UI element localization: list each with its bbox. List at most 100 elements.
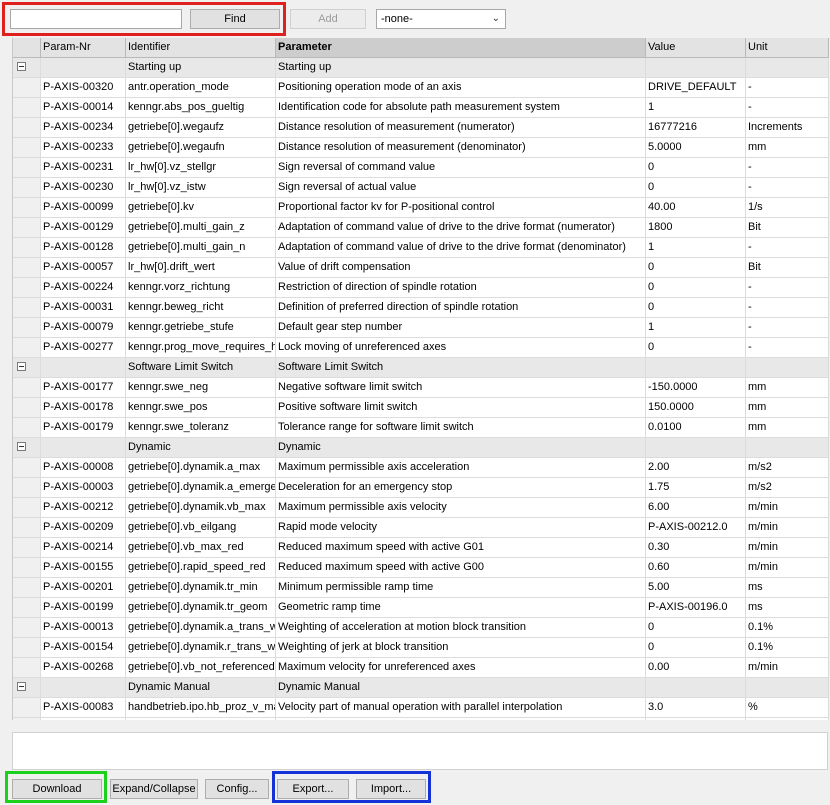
value-cell[interactable]: 0 — [646, 618, 746, 638]
expander-cell — [13, 678, 41, 698]
table-row[interactable]: P-AXIS-00083 handbetrieb.ipo.hb_proz_v_ma… — [13, 698, 829, 718]
collapse-toggle-icon[interactable] — [17, 682, 26, 691]
collapse-toggle-icon[interactable] — [17, 62, 26, 71]
download-button[interactable]: Download — [12, 779, 102, 799]
value-cell[interactable]: 40.00 — [646, 198, 746, 218]
table-row[interactable]: P-AXIS-00212 getriebe[0].dynamik.vb_max Ma… — [13, 498, 829, 518]
header-value[interactable]: Value — [646, 38, 746, 58]
parameter-cell: Adaptation of command value of drive to … — [276, 218, 646, 238]
value-cell[interactable]: 1 — [646, 98, 746, 118]
value-cell[interactable]: 0.60 — [646, 558, 746, 578]
value-cell[interactable]: 5.00 — [646, 578, 746, 598]
value-cell[interactable]: DRIVE_DEFAULT — [646, 78, 746, 98]
table-row[interactable]: P-AXIS-00268 getriebe[0].vb_not_reference… — [13, 658, 829, 678]
config-button[interactable]: Config... — [205, 779, 269, 799]
table-row[interactable]: P-AXIS-00233 getriebe[0].wegaufn Distance … — [13, 138, 829, 158]
table-row[interactable]: P-AXIS-00231 lr_hw[0].vz_stellgr Sign reve… — [13, 158, 829, 178]
table-row[interactable]: P-AXIS-00057 lr_hw[0].drift_wert Value of … — [13, 258, 829, 278]
identifier-cell: getriebe[0].dynamik.vb_max — [126, 498, 276, 518]
value-cell[interactable]: 150.0000 — [646, 398, 746, 418]
value-cell[interactable]: 0 — [646, 298, 746, 318]
value-cell[interactable]: 0 — [646, 158, 746, 178]
table-row[interactable]: P-AXIS-00224 kenngr.vorz_richtung Restrict… — [13, 278, 829, 298]
value-cell[interactable]: 0 — [646, 178, 746, 198]
identifier-cell: getriebe[0].multi_gain_z — [126, 218, 276, 238]
value-cell[interactable]: 0 — [646, 258, 746, 278]
horizontal-scrollbar[interactable] — [12, 720, 828, 732]
table-row[interactable]: P-AXIS-00320 antr.operation_mode Positioni… — [13, 78, 829, 98]
expand-collapse-button[interactable]: Expand/Collapse — [110, 779, 198, 799]
value-cell[interactable]: 16777216 — [646, 118, 746, 138]
table-row[interactable]: P-AXIS-00201 getriebe[0].dynamik.tr_min Mi… — [13, 578, 829, 598]
table-row[interactable]: P-AXIS-00179 kenngr.swe_toleranz Tolerance… — [13, 418, 829, 438]
table-row[interactable]: P-AXIS-00230 lr_hw[0].vz_istw Sign reversa… — [13, 178, 829, 198]
search-input[interactable] — [10, 9, 182, 29]
expander-cell — [13, 358, 41, 378]
identifier-cell: getriebe[0].wegaufz — [126, 118, 276, 138]
table-row[interactable]: P-AXIS-00177 kenngr.swe_neg Negative softw… — [13, 378, 829, 398]
table-row[interactable]: P-AXIS-00199 getriebe[0].dynamik.tr_geom G… — [13, 598, 829, 618]
group-row[interactable]: Dynamic Dynamic — [13, 438, 829, 458]
parameter-cell: Geometric ramp time — [276, 598, 646, 618]
value-cell[interactable]: 1 — [646, 238, 746, 258]
value-cell[interactable]: 0.00 — [646, 658, 746, 678]
row-header-cell — [13, 158, 41, 178]
table-row[interactable]: P-AXIS-00178 kenngr.swe_pos Positive softw… — [13, 398, 829, 418]
import-button[interactable]: Import... — [356, 779, 426, 799]
table-row[interactable]: P-AXIS-00031 kenngr.beweg_richt Definition… — [13, 298, 829, 318]
value-cell[interactable]: 2.00 — [646, 458, 746, 478]
param-nr-cell: P-AXIS-00320 — [41, 78, 126, 98]
row-header-cell — [13, 98, 41, 118]
table-row[interactable]: P-AXIS-00209 getriebe[0].vb_eilgang Rapid … — [13, 518, 829, 538]
value-cell[interactable]: 3.0 — [646, 698, 746, 718]
add-button[interactable]: Add — [290, 9, 366, 29]
header-parameter[interactable]: Parameter — [276, 38, 646, 58]
group-row[interactable]: Software Limit Switch Software Limit Swit… — [13, 358, 829, 378]
value-cell[interactable]: 0.30 — [646, 538, 746, 558]
value-cell[interactable]: -150.0000 — [646, 378, 746, 398]
group-row[interactable]: Dynamic Manual Dynamic Manual — [13, 678, 829, 698]
table-row[interactable]: P-AXIS-00214 getriebe[0].vb_max_red Reduce… — [13, 538, 829, 558]
value-cell[interactable] — [646, 58, 746, 78]
table-row[interactable]: P-AXIS-00234 getriebe[0].wegaufz Distance … — [13, 118, 829, 138]
param-nr-cell: P-AXIS-00234 — [41, 118, 126, 138]
header-unit[interactable]: Unit — [746, 38, 829, 58]
filter-select[interactable]: -none- ⌄ — [376, 9, 506, 29]
table-row[interactable]: P-AXIS-00003 getriebe[0].dynamik.a_emerge… — [13, 478, 829, 498]
value-cell[interactable]: 0 — [646, 278, 746, 298]
table-row[interactable]: P-AXIS-00008 getriebe[0].dynamik.a_max Max… — [13, 458, 829, 478]
table-row[interactable]: P-AXIS-00155 getriebe[0].rapid_speed_red R… — [13, 558, 829, 578]
value-cell[interactable]: P-AXIS-00212.0 — [646, 518, 746, 538]
value-cell[interactable]: 6.00 — [646, 498, 746, 518]
header-identifier[interactable]: Identifier — [126, 38, 276, 58]
value-cell[interactable]: 5.0000 — [646, 138, 746, 158]
find-button[interactable]: Find — [190, 9, 280, 29]
value-cell[interactable] — [646, 438, 746, 458]
group-row[interactable]: Starting up Starting up — [13, 58, 829, 78]
header-param-nr[interactable]: Param-Nr — [41, 38, 126, 58]
table-row[interactable]: P-AXIS-00129 getriebe[0].multi_gain_z Adap… — [13, 218, 829, 238]
value-cell[interactable]: 1 — [646, 318, 746, 338]
value-cell[interactable]: P-AXIS-00196.0 — [646, 598, 746, 618]
table-row[interactable]: P-AXIS-00013 getriebe[0].dynamik.a_trans_… — [13, 618, 829, 638]
table-row[interactable]: P-AXIS-00014 kenngr.abs_pos_gueltig Identi… — [13, 98, 829, 118]
table-row[interactable]: P-AXIS-00079 kenngr.getriebe_stufe Default… — [13, 318, 829, 338]
value-cell[interactable]: 0 — [646, 638, 746, 658]
table-row[interactable]: P-AXIS-00099 getriebe[0].kv Proportional f… — [13, 198, 829, 218]
export-button[interactable]: Export... — [277, 779, 349, 799]
collapse-toggle-icon[interactable] — [17, 362, 26, 371]
parameter-cell: Minimum permissible ramp time — [276, 578, 646, 598]
table-row[interactable]: P-AXIS-00154 getriebe[0].dynamik.r_trans_… — [13, 638, 829, 658]
param-nr-cell: P-AXIS-00014 — [41, 98, 126, 118]
table-row[interactable]: P-AXIS-00128 getriebe[0].multi_gain_n Adap… — [13, 238, 829, 258]
value-cell[interactable]: 1.75 — [646, 478, 746, 498]
collapse-toggle-icon[interactable] — [17, 442, 26, 451]
value-cell[interactable]: 0 — [646, 338, 746, 358]
value-cell[interactable] — [646, 678, 746, 698]
value-cell[interactable]: 0.0100 — [646, 418, 746, 438]
unit-cell: - — [746, 338, 829, 358]
value-cell[interactable]: 1800 — [646, 218, 746, 238]
value-cell[interactable] — [646, 358, 746, 378]
unit-cell: Bit — [746, 218, 829, 238]
table-row[interactable]: P-AXIS-00277 kenngr.prog_move_requires_hc… — [13, 338, 829, 358]
